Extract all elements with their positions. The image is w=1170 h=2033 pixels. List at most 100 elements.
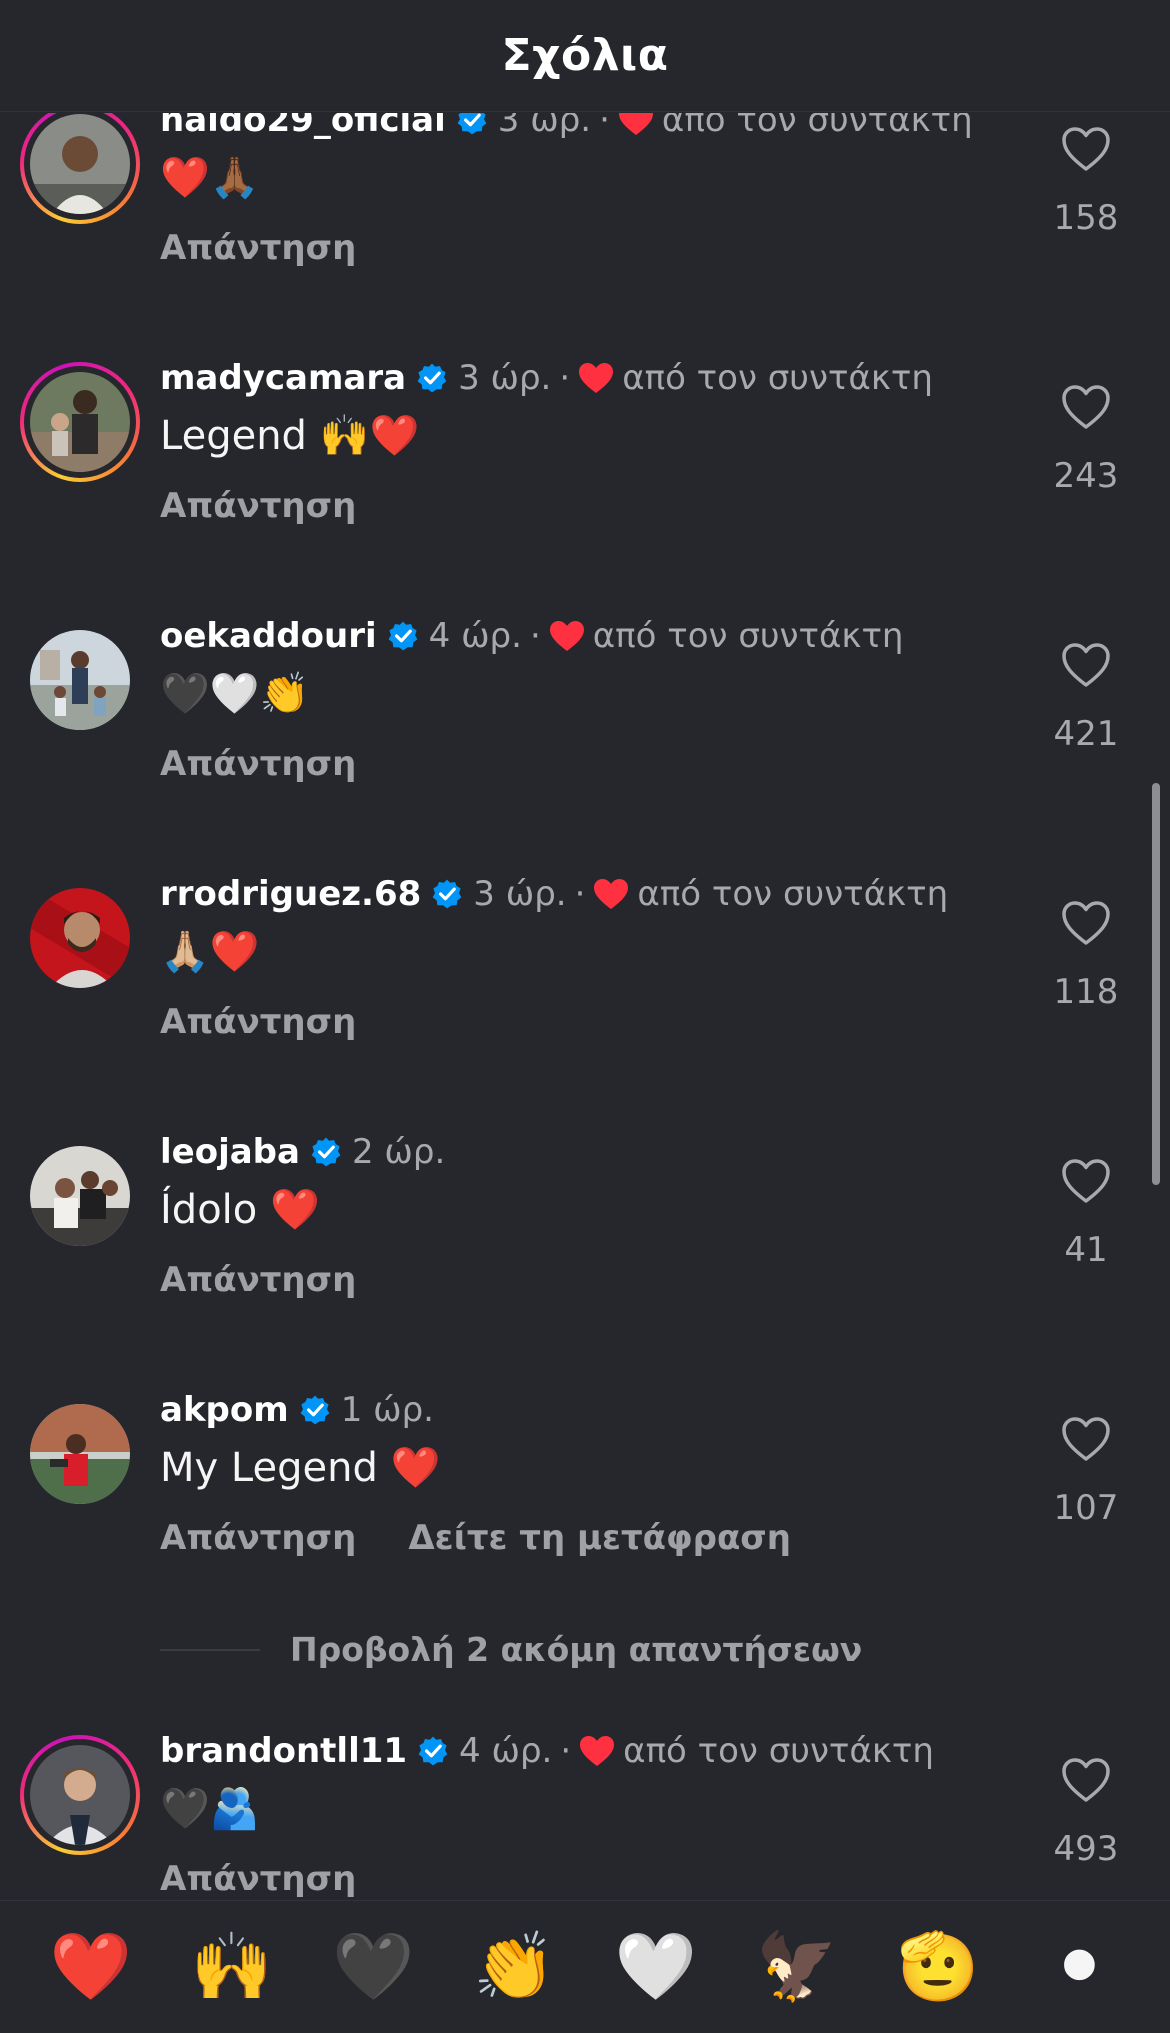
author-liked-label: από τον συντάκτη [622, 358, 933, 398]
comments-header: Σχόλια [0, 0, 1170, 112]
author-liked-heart-icon [580, 1736, 615, 1766]
reply-button[interactable]: Απάντηση [160, 744, 356, 784]
avatar-wrapper[interactable] [20, 1394, 140, 1514]
like-control[interactable]: 243 [1040, 384, 1132, 496]
comment-time: 3 ώρ. [458, 358, 552, 398]
author-liked-label: από τον συντάκτη [637, 874, 949, 914]
username[interactable]: rrodriguez.68 [160, 874, 421, 914]
comment-item: akpom 1 ώρ. My Legend ❤️ Απάντηση Δείτε τ… [0, 1386, 1170, 1644]
reaction-clapping-hands[interactable]: 👏 [459, 1934, 569, 2000]
username[interactable]: oekaddouri [160, 616, 377, 656]
reply-button[interactable]: Απάντηση [160, 1859, 356, 1899]
comment-text: Ídolo ❤️ [160, 1187, 320, 1233]
avatar-story-ring[interactable] [20, 113, 140, 224]
reaction-black-circle[interactable]: ⚫ [1024, 1934, 1134, 2000]
reaction-raising-hands[interactable]: 🙌 [177, 1934, 287, 2000]
comment-time: 3 ώρ. [473, 874, 567, 914]
comments-list[interactable]: naldo29_oficial 3 ώρ. · από τον συντάκτη… [0, 113, 1170, 1900]
author-liked-label: από τον συντάκτη [623, 1731, 934, 1771]
comment-time: 1 ώρ. [340, 1390, 434, 1430]
like-count: 158 [1053, 198, 1119, 238]
heart-outline-icon[interactable] [1061, 1416, 1111, 1462]
comment-text: 🖤🫂 [160, 1786, 260, 1832]
verified-badge-icon [457, 113, 487, 135]
like-control[interactable]: 158 [1040, 126, 1132, 238]
view-more-replies-label: Προβολή 2 ακόμη απαντήσεων [290, 1630, 863, 1669]
avatar [30, 1146, 130, 1246]
reply-button[interactable]: Απάντηση [160, 1002, 356, 1042]
comment-time: 3 ώρ. [497, 113, 592, 140]
heart-outline-icon[interactable] [1061, 642, 1111, 688]
like-count: 493 [1053, 1829, 1119, 1869]
heart-outline-icon[interactable] [1061, 384, 1111, 430]
scrollbar[interactable] [1152, 783, 1160, 1185]
see-translation-button[interactable]: Δείτε τη μετάφραση [408, 1518, 791, 1558]
comment-item: oekaddouri 4 ώρ. · από τον συντάκτη 🖤🤍👏 … [0, 612, 1170, 870]
comment-item: brandontll11 4 ώρ. · από τον συντάκτη 🖤🫂… [0, 1727, 1170, 1900]
reply-button[interactable]: Απάντηση [160, 1260, 356, 1300]
divider-line [160, 1648, 260, 1651]
avatar-wrapper[interactable] [20, 1136, 140, 1256]
like-count: 243 [1053, 456, 1119, 496]
comment-text: ❤️🙏🏾 [160, 155, 260, 201]
reaction-white-heart[interactable]: 🤍 [601, 1934, 711, 2000]
username[interactable]: leojaba [160, 1132, 300, 1172]
reaction-black-heart[interactable]: 🖤 [318, 1934, 428, 2000]
reaction-salute[interactable]: 🫡 [883, 1934, 993, 2000]
comment-text: Legend 🙌❤️ [160, 413, 420, 459]
avatar [30, 372, 130, 472]
reply-button[interactable]: Απάντηση [160, 486, 356, 526]
heart-outline-icon[interactable] [1061, 900, 1111, 946]
comment-item: leojaba 2 ώρ. Ídolo ❤️ Απάντηση 41 [0, 1128, 1170, 1386]
like-control[interactable]: 421 [1040, 642, 1132, 754]
reply-button[interactable]: Απάντηση [160, 228, 356, 268]
comment-item: madycamara 3 ώρ. · από τον συντάκτη Lege… [0, 354, 1170, 612]
reaction-red-heart[interactable]: ❤️ [36, 1934, 146, 2000]
avatar [30, 888, 130, 988]
heart-outline-icon[interactable] [1061, 126, 1111, 172]
author-liked-label: από τον συντάκτη [661, 113, 973, 140]
like-count: 107 [1053, 1488, 1119, 1528]
like-control[interactable]: 41 [1040, 1158, 1132, 1270]
comment-time: 2 ώρ. [351, 1132, 446, 1172]
username[interactable]: akpom [160, 1390, 289, 1430]
author-liked-label: από τον συντάκτη [592, 616, 904, 656]
separator-dot: · [574, 874, 586, 914]
verified-badge-icon [300, 1395, 330, 1425]
comment-text: 🙏🏼❤️ [160, 929, 260, 975]
username[interactable]: brandontll11 [160, 1731, 407, 1771]
author-liked-heart-icon [594, 879, 629, 909]
verified-badge-icon [311, 1137, 341, 1167]
username[interactable]: madycamara [160, 358, 406, 398]
like-count: 41 [1064, 1230, 1108, 1270]
avatar [30, 1745, 130, 1845]
like-control[interactable]: 493 [1040, 1757, 1132, 1869]
page-title: Σχόλια [501, 30, 669, 81]
like-count: 421 [1053, 714, 1119, 754]
separator-dot: · [560, 1731, 572, 1771]
like-control[interactable]: 118 [1040, 900, 1132, 1012]
author-liked-heart-icon [549, 621, 584, 651]
heart-outline-icon[interactable] [1061, 1158, 1111, 1204]
avatar-wrapper[interactable] [20, 878, 140, 998]
author-liked-heart-icon [618, 113, 653, 135]
separator-dot: · [559, 358, 571, 398]
avatar-story-ring[interactable] [20, 362, 140, 482]
comment-item: rrodriguez.68 3 ώρ. · από τον συντάκτη 🙏… [0, 870, 1170, 1128]
view-more-replies-button[interactable]: Προβολή 2 ακόμη απαντήσεων [160, 1630, 862, 1669]
separator-dot: · [529, 616, 541, 656]
verified-badge-icon [418, 1736, 448, 1766]
like-control[interactable]: 107 [1040, 1416, 1132, 1528]
avatar [30, 630, 130, 730]
like-count: 118 [1053, 972, 1119, 1012]
comment-item: naldo29_oficial 3 ώρ. · από τον συντάκτη… [0, 113, 1170, 354]
reply-button[interactable]: Απάντηση [160, 1518, 356, 1558]
avatar-story-ring[interactable] [20, 1735, 140, 1855]
reaction-eagle[interactable]: 🦅 [742, 1934, 852, 2000]
avatar-wrapper[interactable] [20, 620, 140, 740]
verified-badge-icon [432, 879, 462, 909]
verified-badge-icon [417, 363, 447, 393]
username[interactable]: naldo29_oficial [160, 113, 446, 140]
comment-text: My Legend ❤️ [160, 1445, 441, 1491]
heart-outline-icon[interactable] [1061, 1757, 1111, 1803]
